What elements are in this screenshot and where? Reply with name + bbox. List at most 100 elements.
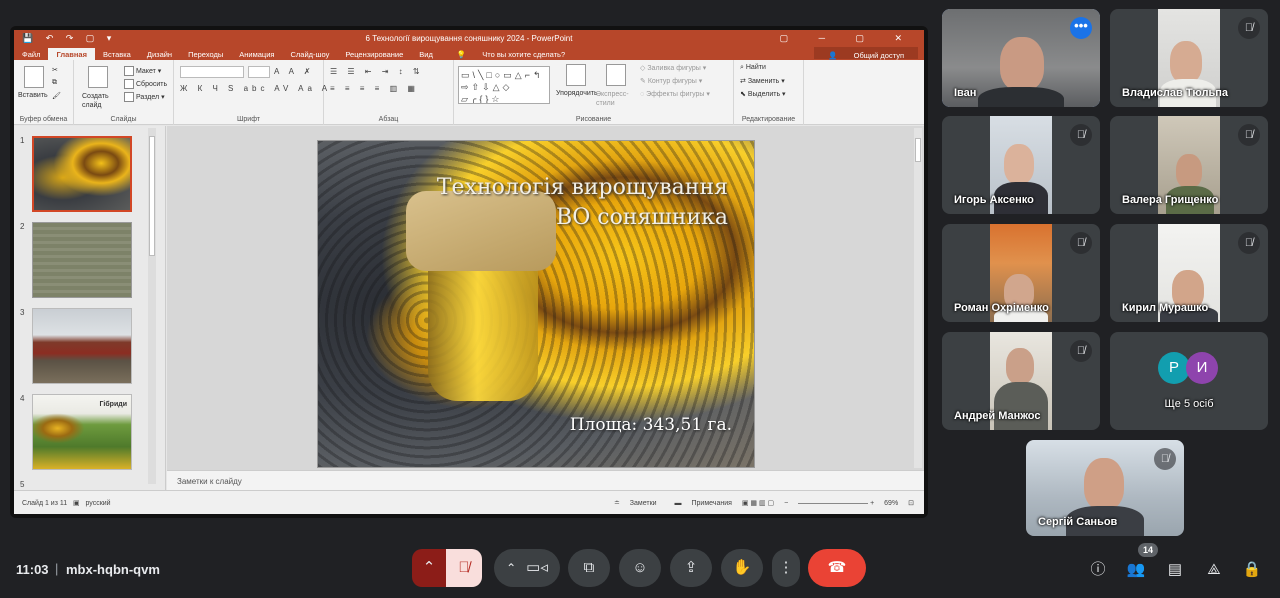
slide-title-line2: ВО соняшника (556, 205, 728, 230)
mic-off-icon: 🎙̸ (1070, 340, 1092, 362)
font-size-buttons[interactable]: A A ✗ (274, 67, 315, 76)
replace-label: Заменить (747, 78, 780, 85)
slide-thumbnail[interactable]: 5 (20, 480, 132, 490)
thumbnail-number: 4 (20, 394, 25, 403)
zoom-slider[interactable]: − + (784, 500, 874, 507)
font-format-buttons[interactable]: Ж К Ч S abc AV Aa A (180, 84, 331, 93)
group-drawing: ▭\╲□○▭△⌐↰ ⇨⇧⇩△◇ ▱╭{}☆ Упорядочить Экспре… (454, 60, 734, 125)
format-painter-icon[interactable]: 🖌 (52, 92, 61, 100)
share-button[interactable]: 👤 Общий доступ (814, 47, 918, 60)
quick-styles-button[interactable]: Экспресс-стили (596, 90, 636, 108)
group-label-paragraph: Абзац (378, 116, 399, 123)
meeting-time: 11:03 (16, 562, 49, 577)
tell-me-search[interactable]: 💡 Что вы хотите сделать? (441, 46, 581, 60)
mic-off-icon: 🎙̸ (1238, 124, 1260, 146)
scroll-thumb[interactable] (149, 136, 155, 256)
slide-title[interactable]: Технологія вирощування ВО соняшника (378, 173, 728, 233)
new-slide-icon[interactable] (88, 66, 108, 88)
more-participants-tile[interactable]: Р И Ще 5 осіб (1110, 332, 1268, 430)
copy-icon[interactable]: ⧉ (52, 79, 57, 87)
meeting-info-icon[interactable]: ⓘ (1087, 559, 1109, 581)
language-label[interactable]: русский (85, 500, 110, 507)
scroll-thumb[interactable] (915, 138, 921, 162)
participant-face (1176, 154, 1202, 188)
host-controls-icon[interactable]: 🔒 (1241, 559, 1263, 581)
more-options-button[interactable]: ⋮ (772, 549, 800, 587)
select-label: Выделить (747, 91, 781, 98)
quick-styles-icon[interactable] (606, 64, 626, 86)
participant-tile[interactable]: 🎙̸ Андрей Манжос (942, 332, 1100, 430)
font-size-combo[interactable] (248, 66, 270, 78)
shape-effects-button[interactable]: ◌ Эффекты фигуры ▾ (640, 90, 710, 98)
fit-slide-icon[interactable]: ⊡ (908, 500, 914, 507)
align-buttons[interactable]: ≡ ≡ ≡ ≡ ▥ ▦ (330, 84, 419, 93)
participant-face (1006, 348, 1034, 384)
notes-toggle-button[interactable]: ≐ Заметки (606, 500, 657, 507)
arrange-icon[interactable] (566, 64, 586, 86)
list-buttons[interactable]: ☰ ☰ ⇤ ⇥ ↕ ⇅ (330, 67, 424, 76)
participant-tile[interactable]: 🎙̸ Валера Грищенко (1110, 116, 1268, 214)
replace-button[interactable]: ⇄ Заменить ▾ (740, 77, 785, 85)
editor-scrollbar[interactable] (914, 128, 922, 468)
chat-icon[interactable]: ▤ (1164, 559, 1186, 581)
more-options-icon[interactable]: ••• (1070, 17, 1092, 39)
slide-thumbnail[interactable]: 1 (20, 136, 132, 212)
group-label-editing: Редактирование (741, 116, 796, 123)
audio-options-button[interactable]: ⌃ (412, 549, 446, 587)
view-buttons[interactable]: ▣ ▦ ▥ ▢ (742, 500, 774, 507)
notes-pane[interactable]: Заметки к слайду (167, 470, 924, 490)
window-controls[interactable]: ▢ ─ ▢ ✕ (780, 33, 916, 44)
font-family-combo[interactable] (180, 66, 244, 78)
layout-button[interactable]: Макет ▾ (124, 66, 161, 76)
mic-off-icon: 🎙̸ (1238, 232, 1260, 254)
select-button[interactable]: ⬉ Выделить ▾ (740, 90, 786, 98)
find-button[interactable]: ⌕ Найти (740, 64, 766, 72)
self-view-tile[interactable]: 🎙̸ Сергій Саньов (1026, 440, 1184, 536)
participant-face (1084, 458, 1124, 510)
microphone-button[interactable]: 🎙̸ (446, 549, 482, 587)
participant-tile[interactable]: ••• Іван (942, 9, 1100, 107)
slide-thumbnail[interactable]: 4 Гібриди (20, 394, 132, 470)
shapes-gallery[interactable]: ▭\╲□○▭△⌐↰ ⇨⇧⇩△◇ ▱╭{}☆ (458, 66, 550, 104)
reactions-button[interactable]: ☺ (619, 549, 661, 587)
comment-icon: ▬ (674, 500, 684, 507)
reset-button[interactable]: Сбросить (124, 79, 167, 89)
participant-avatar: И (1186, 352, 1218, 384)
comments-toggle-button[interactable]: ▬ Примечания (667, 500, 732, 507)
arrange-button[interactable]: Упорядочить (556, 90, 598, 97)
leave-call-button[interactable]: ☎ (808, 549, 866, 587)
participant-tile[interactable]: 🎙̸ Роман Охріменко (942, 224, 1100, 322)
paste-button[interactable]: Вставить (18, 92, 48, 99)
current-slide[interactable]: Технологія вирощування ВО соняшника Площ… (317, 140, 755, 468)
present-screen-icon: ⇪ (684, 559, 698, 576)
participant-tile[interactable]: 🎙̸ Кирил Мурашко (1110, 224, 1268, 322)
captions-button[interactable]: ⧉ (568, 549, 610, 587)
mic-off-icon: 🎙̸ (458, 559, 470, 576)
slide-thumbnail[interactable]: 3 (20, 308, 132, 384)
thumbnails-scrollbar[interactable] (148, 128, 156, 484)
shape-outline-button[interactable]: ✎ Контур фигуры ▾ (640, 77, 702, 85)
cursor-icon: ⬉ (740, 91, 748, 98)
zoom-level[interactable]: 69% (884, 500, 898, 507)
participant-tile[interactable]: 🎙̸ Игорь Аксенко (942, 116, 1100, 214)
slide-thumbnail[interactable]: 2 (20, 222, 132, 298)
reset-icon (124, 79, 134, 89)
participant-shirt (994, 382, 1048, 430)
present-button[interactable]: ⇪ (670, 549, 712, 587)
replace-icon: ⇄ (740, 78, 748, 85)
activities-icon[interactable]: ⟁ (1203, 559, 1225, 581)
cut-icon[interactable]: ✂ (52, 66, 58, 74)
camera-button[interactable]: ⌃ ▭◃ (494, 549, 560, 587)
section-button[interactable]: Раздел ▾ (124, 92, 165, 102)
spellcheck-icon[interactable]: ▣ (69, 500, 83, 507)
participant-tile[interactable]: 🎙̸ Владислав Тюльпа (1110, 9, 1268, 107)
participant-name: Андрей Манжос (954, 410, 1041, 422)
people-icon[interactable]: 👥 (1125, 559, 1147, 581)
raise-hand-button[interactable]: ✋ (721, 549, 763, 587)
slide-area-text[interactable]: Площа: 343,51 га. (570, 415, 732, 435)
new-slide-button[interactable]: Создать слайд (82, 92, 122, 110)
shape-fill-button[interactable]: ◇ Заливка фигуры ▾ (640, 64, 706, 72)
paste-icon[interactable] (24, 66, 44, 88)
group-slides: Создать слайд Макет ▾ Сбросить Раздел ▾ … (74, 60, 174, 125)
shape-effects-label: Эффекты фигуры (646, 91, 705, 98)
